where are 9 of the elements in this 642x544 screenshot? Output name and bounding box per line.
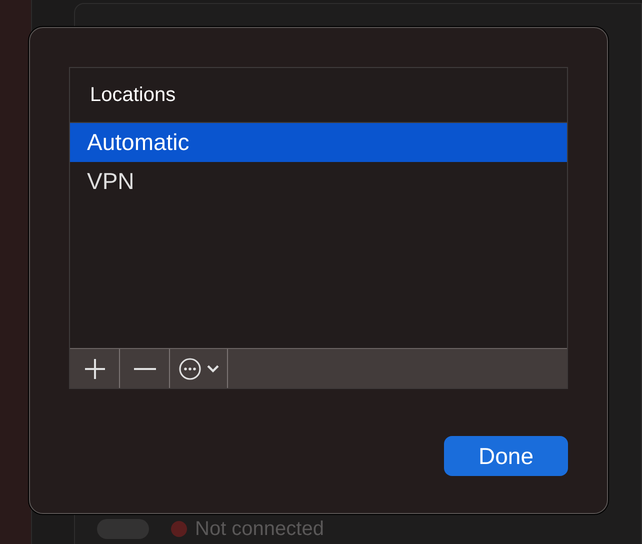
done-button[interactable]: Done <box>444 436 568 476</box>
location-row[interactable]: Automatic <box>70 123 567 162</box>
minus-icon <box>134 366 156 370</box>
plus-icon <box>84 358 104 378</box>
column-header: Locations <box>90 83 176 108</box>
ellipsis-circle-icon <box>178 358 200 380</box>
location-row[interactable]: VPN <box>70 162 567 201</box>
status-text: Not connected <box>195 517 324 542</box>
chevron-down-icon <box>206 364 218 372</box>
